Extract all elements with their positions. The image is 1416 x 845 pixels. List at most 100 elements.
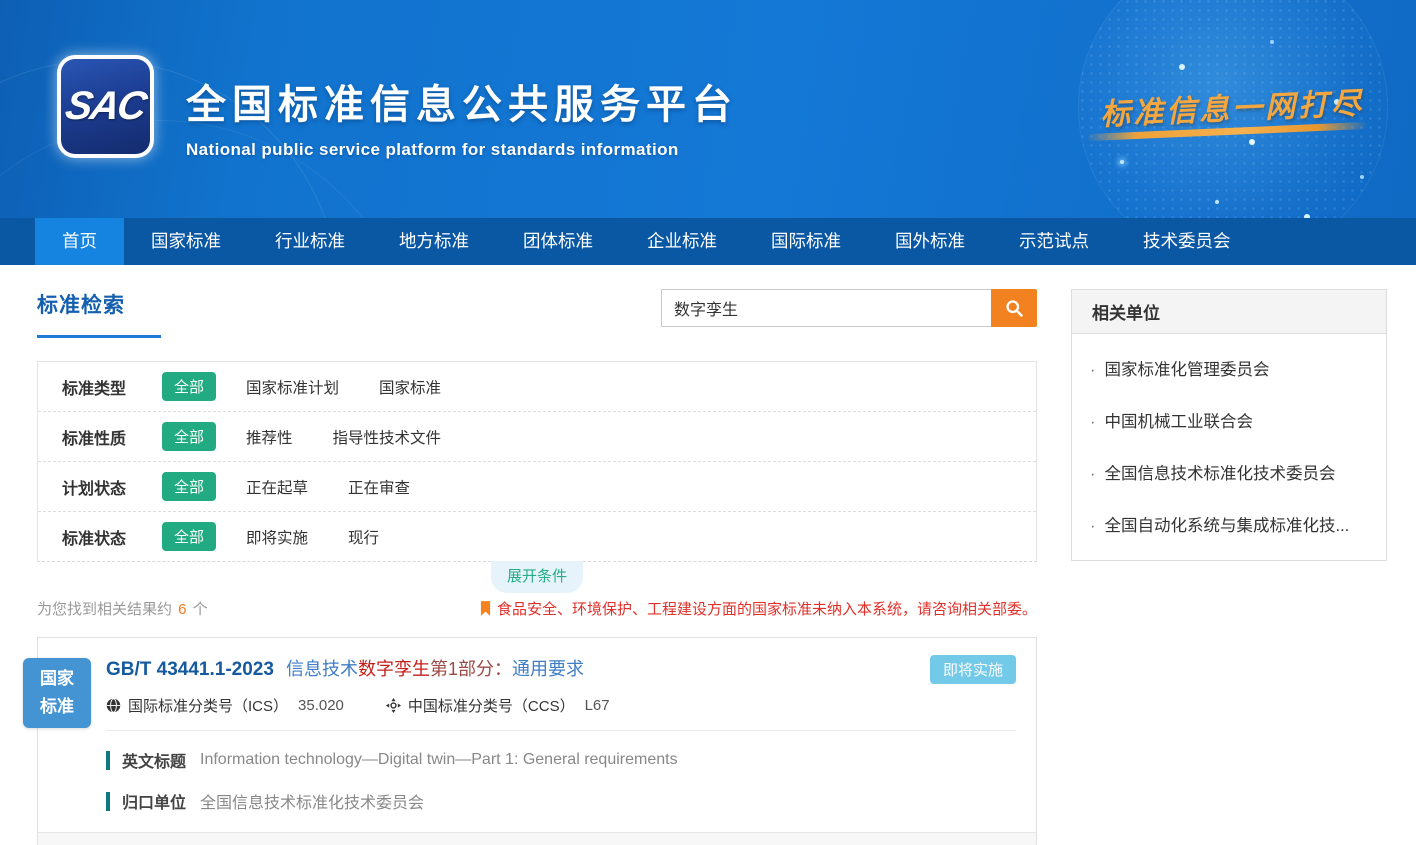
- main-nav: 首页 国家标准 行业标准 地方标准 团体标准 企业标准 国际标准 国外标准 示范…: [0, 218, 1416, 265]
- field-label: 归口单位: [122, 789, 186, 813]
- sidebar-item-label: 全国自动化系统与集成标准化技...: [1105, 517, 1350, 535]
- filter-row-standard-type: 标准类型 全部 国家标准计划 国家标准: [38, 362, 1036, 411]
- title-segment: 信息技术: [286, 655, 358, 681]
- badge-line2: 标准: [40, 693, 74, 721]
- bookmark-icon: [480, 601, 491, 616]
- filter-all-button[interactable]: 全部: [162, 422, 216, 451]
- results-count-suffix: 个: [189, 601, 208, 618]
- filter-row-standard-nature: 标准性质 全部 推荐性 指导性技术文件: [38, 411, 1036, 461]
- title-segment: 第1部分：: [430, 655, 512, 681]
- related-units-list: · 国家标准化管理委员会 · 中国机械工业联合会 · 全国信息技术标准化技术委员会 ·…: [1072, 334, 1386, 560]
- field-committee: 归口单位 全国信息技术标准化技术委员会: [106, 789, 1016, 813]
- filter-label: 计划状态: [62, 475, 162, 499]
- filter-option[interactable]: 国家标准计划: [246, 376, 339, 398]
- filter-option[interactable]: 国家标准: [379, 376, 441, 398]
- site-title-block: 全国标准信息公共服务平台 National public service pla…: [186, 72, 738, 160]
- sidebar-item-sac[interactable]: · 国家标准化管理委员会: [1088, 342, 1370, 394]
- sac-logo[interactable]: SAC: [57, 55, 154, 158]
- notice-block: 食品安全、环境保护、工程建设方面的国家标准未纳入本系统，请咨询相关部委。: [480, 598, 1037, 619]
- ccs-value: L67: [585, 697, 610, 714]
- sidebar-item-label: 全国信息技术标准化技术委员会: [1105, 465, 1336, 483]
- standard-type-badge: 国家 标准: [23, 658, 91, 728]
- status-badge: 即将实施: [930, 655, 1016, 684]
- main-column: 标准检索 标准类型 全部 国家标准计: [37, 289, 1037, 845]
- standard-result-card: 国家 标准 即将实施 GB/T 43441.1-2023 信息技术 数字孪生 第…: [37, 637, 1037, 845]
- card-footer: 发布于 2023-11-27 实施于 2024-06-01: [38, 832, 1036, 845]
- page-title-underline: [37, 335, 161, 338]
- filter-option[interactable]: 正在起草: [246, 476, 308, 498]
- search-icon: [1004, 298, 1025, 319]
- filter-row-plan-status: 计划状态 全部 正在起草 正在审查: [38, 461, 1036, 511]
- ics-value: 35.020: [298, 697, 344, 714]
- field-accent-bar: [106, 792, 110, 811]
- results-count-number: 6: [176, 601, 188, 618]
- filter-option[interactable]: 推荐性: [246, 426, 293, 448]
- bullet: ·: [1090, 517, 1096, 535]
- site-subtitle: National public service platform for sta…: [186, 140, 738, 160]
- page-header: SAC 全国标准信息公共服务平台 National public service…: [0, 0, 1416, 218]
- ics-label: 国际标准分类号（ICS）: [128, 695, 288, 716]
- bullet: ·: [1090, 465, 1096, 483]
- search-button[interactable]: [991, 289, 1037, 327]
- filter-label: 标准类型: [62, 375, 162, 399]
- nav-tab-pilot-programs[interactable]: 示范试点: [992, 218, 1116, 265]
- search-input[interactable]: [661, 289, 991, 327]
- results-count: 为您找到相关结果约 6 个: [37, 598, 208, 619]
- sidebar-item-it-standards-committee[interactable]: · 全国信息技术标准化技术委员会: [1088, 446, 1370, 498]
- nav-tab-enterprise-standards[interactable]: 企业标准: [620, 218, 744, 265]
- nav-tab-technical-committees[interactable]: 技术委员会: [1116, 218, 1258, 265]
- ccs-label: 中国标准分类号（CCS）: [408, 695, 575, 716]
- globe-icon: [106, 698, 121, 713]
- sidebar-item-automation-committee[interactable]: · 全国自动化系统与集成标准化技...: [1088, 498, 1370, 550]
- classification-row: 国际标准分类号（ICS） 35.020 中国标准分类号（CCS） L67: [106, 695, 1016, 716]
- nav-tab-international-standards[interactable]: 国际标准: [744, 218, 868, 265]
- card-body: GB/T 43441.1-2023 信息技术 数字孪生 第1部分： 通用要求: [38, 638, 1036, 813]
- related-units-panel: 相关单位 · 国家标准化管理委员会 · 中国机械工业联合会 · 全国信息技术标准化技术…: [1071, 289, 1387, 561]
- nav-tab-foreign-standards[interactable]: 国外标准: [868, 218, 992, 265]
- bullet: ·: [1090, 361, 1096, 379]
- sidebar-item-label: 中国机械工业联合会: [1105, 413, 1254, 431]
- sidebar-item-label: 国家标准化管理委员会: [1105, 361, 1270, 379]
- nav-tab-home[interactable]: 首页: [35, 218, 124, 265]
- filter-option[interactable]: 正在审查: [348, 476, 410, 498]
- nav-tab-national-standards[interactable]: 国家标准: [124, 218, 248, 265]
- search-section: 标准检索: [37, 289, 1037, 349]
- filter-all-button[interactable]: 全部: [162, 522, 216, 551]
- standard-code: GB/T 43441.1-2023: [106, 659, 274, 681]
- nav-tab-local-standards[interactable]: 地方标准: [372, 218, 496, 265]
- sparkle-dots: [1120, 160, 1124, 164]
- field-value: 全国信息技术标准化技术委员会: [200, 789, 424, 813]
- content-area: 标准检索 标准类型 全部 国家标准计: [0, 265, 1416, 845]
- title-segment-keyword: 数字孪生: [358, 655, 430, 681]
- sac-logo-text: SAC: [62, 84, 148, 129]
- filter-label: 标准状态: [62, 525, 162, 549]
- nav-tab-industry-standards[interactable]: 行业标准: [248, 218, 372, 265]
- section-title-block: 标准检索: [37, 289, 161, 338]
- sac-logo-inner: SAC: [61, 59, 150, 154]
- sidebar-column: 相关单位 · 国家标准化管理委员会 · 中国机械工业联合会 · 全国信息技术标准化技术…: [1071, 289, 1387, 561]
- filter-option[interactable]: 指导性技术文件: [333, 426, 442, 448]
- filter-all-button[interactable]: 全部: [162, 472, 216, 501]
- filter-all-button[interactable]: 全部: [162, 372, 216, 401]
- field-value: Information technology—Digital twin—Part…: [200, 751, 678, 769]
- field-english-title: 英文标题 Information technology—Digital twin…: [106, 748, 1016, 772]
- standard-title-link[interactable]: GB/T 43441.1-2023 信息技术 数字孪生 第1部分： 通用要求: [106, 655, 1016, 681]
- site-title: 全国标准信息公共服务平台: [186, 72, 738, 130]
- field-label: 英文标题: [122, 748, 186, 772]
- title-segment: 通用要求: [512, 655, 584, 681]
- filter-option[interactable]: 现行: [348, 526, 379, 548]
- sidebar-item-machinery-federation[interactable]: · 中国机械工业联合会: [1088, 394, 1370, 446]
- search-bar: [661, 289, 1037, 327]
- badge-line1: 国家: [40, 665, 74, 693]
- notice-text: 食品安全、环境保护、工程建设方面的国家标准未纳入本系统，请咨询相关部委。: [497, 598, 1037, 619]
- filter-panel: 标准类型 全部 国家标准计划 国家标准 标准性质 全部 推荐性 指导性技术文件 …: [37, 361, 1037, 562]
- related-units-title: 相关单位: [1072, 290, 1386, 334]
- nav-tab-group-standards[interactable]: 团体标准: [496, 218, 620, 265]
- bullet: ·: [1090, 413, 1096, 431]
- page-title: 标准检索: [37, 289, 161, 319]
- results-count-prefix: 为您找到相关结果约: [37, 601, 176, 618]
- results-summary-row: 为您找到相关结果约 6 个 食品安全、环境保护、工程建设方面的国家标准未纳入本系…: [37, 598, 1037, 619]
- field-accent-bar: [106, 751, 110, 770]
- expand-conditions-button[interactable]: 展开条件: [491, 561, 583, 593]
- filter-option[interactable]: 即将实施: [246, 526, 308, 548]
